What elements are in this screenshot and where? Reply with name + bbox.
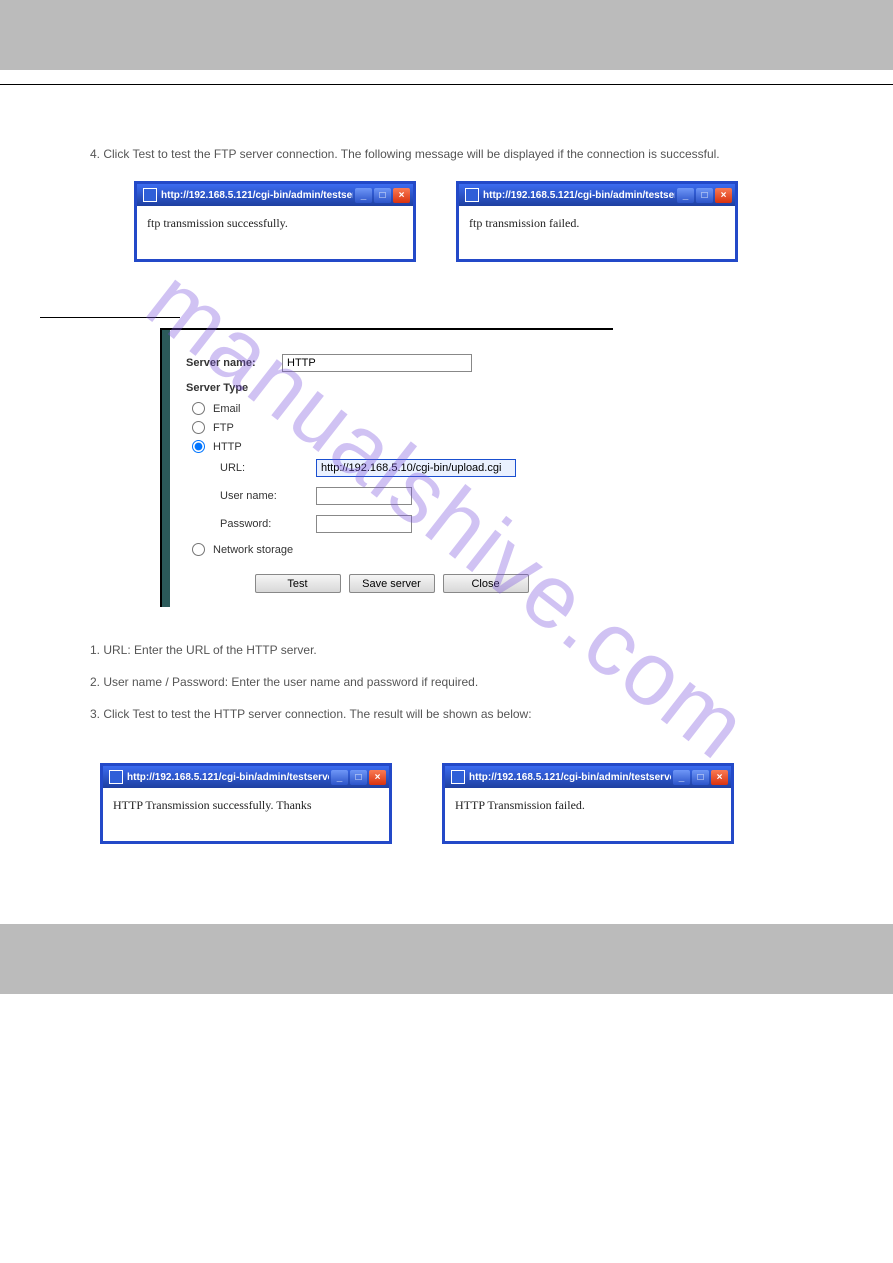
radio-email[interactable] (192, 402, 205, 415)
maximize-icon[interactable]: □ (696, 188, 713, 203)
option-ftp-label: FTP (213, 422, 234, 434)
password-row: Password: (186, 515, 597, 533)
page-icon (109, 770, 123, 784)
popup-title-bar: http://192.168.5.121/cgi-bin/admin/tests… (137, 184, 413, 206)
page-header-bar (0, 0, 893, 70)
url-input[interactable] (316, 459, 516, 477)
popup-row-1: http://192.168.5.121/cgi-bin/admin/tests… (134, 181, 853, 262)
radio-ftp[interactable] (192, 421, 205, 434)
intro-paragraph: 4. Click Test to test the FTP server con… (90, 145, 803, 163)
server-name-input[interactable] (282, 354, 472, 372)
server-config-wrapper: Server name: Server Type Email FTP HTTP (160, 328, 853, 607)
server-type-label: Server Type (186, 382, 597, 394)
popup-title-bar: http://192.168.5.121/cgi-bin/admin/tests… (445, 766, 731, 788)
minimize-icon[interactable]: _ (331, 770, 348, 785)
popup-row-2: http://192.168.5.121/cgi-bin/admin/tests… (100, 763, 853, 844)
popup-body: HTTP Transmission successfully. Thanks (103, 788, 389, 841)
page-icon (143, 188, 157, 202)
maximize-icon[interactable]: □ (692, 770, 709, 785)
close-icon[interactable]: × (369, 770, 386, 785)
option-network-storage[interactable]: Network storage (192, 543, 597, 556)
popup-body: ftp transmission failed. (459, 206, 735, 259)
ftp-success-popup: http://192.168.5.121/cgi-bin/admin/tests… (134, 181, 416, 262)
password-input[interactable] (316, 515, 412, 533)
popup-title: http://192.168.5.121/cgi-bin/admin/tests… (127, 772, 329, 783)
step-2-paragraph: 2. User name / Password: Enter the user … (90, 673, 803, 691)
header-divider (0, 84, 893, 85)
server-config-panel: Server name: Server Type Email FTP HTTP (160, 328, 613, 607)
page-icon (465, 188, 479, 202)
page-icon (451, 770, 465, 784)
close-icon[interactable]: × (393, 188, 410, 203)
option-http-label: HTTP (213, 441, 242, 453)
url-label: URL: (186, 462, 316, 474)
section-divider (40, 302, 180, 318)
http-success-popup: http://192.168.5.121/cgi-bin/admin/tests… (100, 763, 392, 844)
option-http[interactable]: HTTP (192, 440, 597, 453)
popup-body: HTTP Transmission failed. (445, 788, 731, 841)
popup-title: http://192.168.5.121/cgi-bin/admin/tests… (469, 772, 671, 783)
maximize-icon[interactable]: □ (374, 188, 391, 203)
minimize-icon[interactable]: _ (677, 188, 694, 203)
username-input[interactable] (316, 487, 412, 505)
server-name-label: Server name: (186, 357, 282, 369)
panel-inner: Server name: Server Type Email FTP HTTP (162, 330, 613, 607)
close-button[interactable]: Close (443, 574, 529, 593)
minimize-icon[interactable]: _ (355, 188, 372, 203)
popup-title-bar: http://192.168.5.121/cgi-bin/admin/tests… (459, 184, 735, 206)
server-name-row: Server name: (186, 354, 597, 372)
step-3-paragraph: 3. Click Test to test the HTTP server co… (90, 705, 803, 723)
ftp-failed-popup: http://192.168.5.121/cgi-bin/admin/tests… (456, 181, 738, 262)
page-footer-bar (0, 924, 893, 994)
radio-http[interactable] (192, 440, 205, 453)
test-button[interactable]: Test (255, 574, 341, 593)
option-email[interactable]: Email (192, 402, 597, 415)
save-server-button[interactable]: Save server (349, 574, 435, 593)
popup-title-bar: http://192.168.5.121/cgi-bin/admin/tests… (103, 766, 389, 788)
step-1-paragraph: 1. URL: Enter the URL of the HTTP server… (90, 641, 803, 659)
radio-network-storage[interactable] (192, 543, 205, 556)
username-row: User name: (186, 487, 597, 505)
http-failed-popup: http://192.168.5.121/cgi-bin/admin/tests… (442, 763, 734, 844)
button-row: Test Save server Close (186, 574, 597, 593)
page-content: manualshive.com 4. Click Test to test th… (0, 145, 893, 884)
popup-title: http://192.168.5.121/cgi-bin/admin/tests… (161, 190, 353, 201)
close-icon[interactable]: × (711, 770, 728, 785)
minimize-icon[interactable]: _ (673, 770, 690, 785)
password-label: Password: (186, 518, 316, 530)
popup-title: http://192.168.5.121/cgi-bin/admin/tests… (483, 190, 675, 201)
close-icon[interactable]: × (715, 188, 732, 203)
url-row: URL: (186, 459, 597, 477)
option-ftp[interactable]: FTP (192, 421, 597, 434)
popup-body: ftp transmission successfully. (137, 206, 413, 259)
maximize-icon[interactable]: □ (350, 770, 367, 785)
option-email-label: Email (213, 403, 241, 415)
username-label: User name: (186, 490, 316, 502)
option-network-storage-label: Network storage (213, 544, 293, 556)
panel-side-accent (162, 330, 170, 607)
